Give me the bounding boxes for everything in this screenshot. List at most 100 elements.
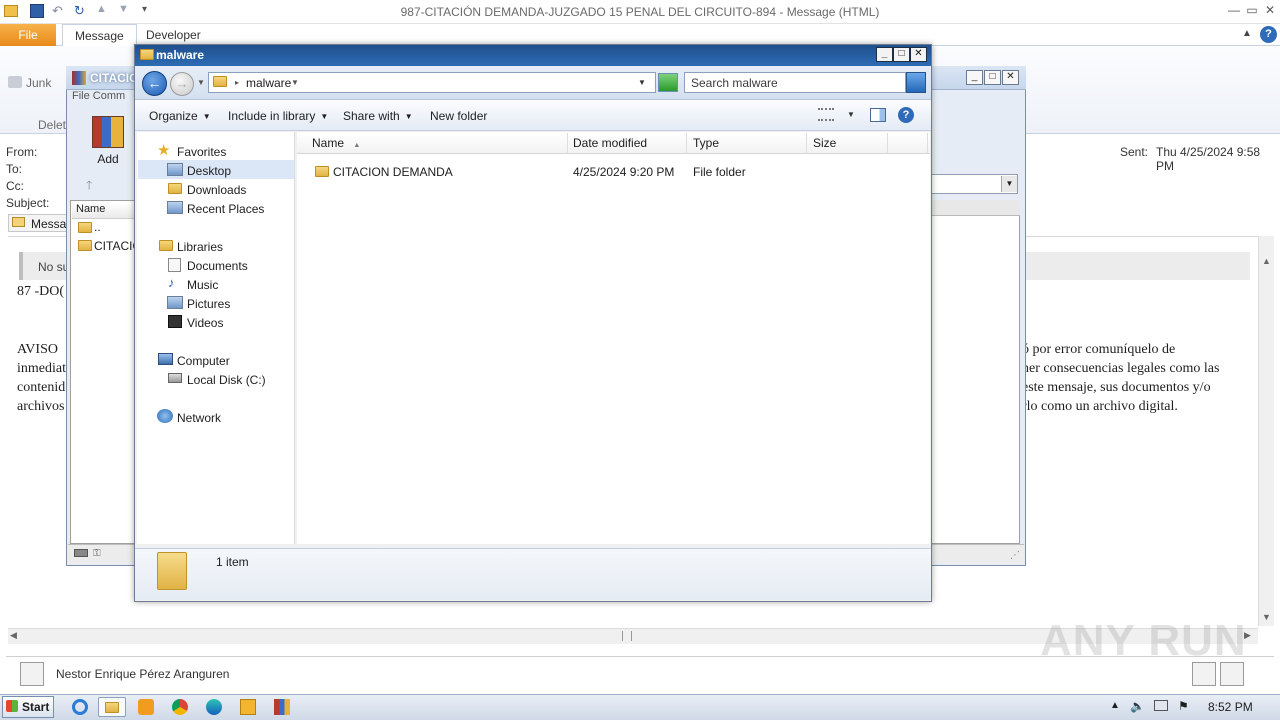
resize-grip-icon[interactable]: ⋰ [1010, 550, 1020, 561]
winrar-close-button[interactable]: ✕ [1002, 70, 1019, 85]
nav-downloads[interactable]: Downloads [187, 183, 246, 197]
close-button[interactable]: ✕ [1262, 3, 1278, 17]
view-options-icon[interactable] [818, 108, 834, 121]
body-left-2: inmediat [17, 361, 66, 376]
clock[interactable]: 8:52 PM [1208, 700, 1253, 714]
volume-icon[interactable]: 🔈 [1130, 699, 1145, 713]
cc-label: Cc: [6, 179, 24, 193]
junk-icon[interactable] [8, 76, 22, 88]
forward-button[interactable]: → [170, 72, 194, 96]
music-icon: ♪ [168, 275, 175, 290]
delete-group-label: Delet [38, 118, 67, 132]
sent-label: Sent: [1120, 145, 1149, 159]
tab-file[interactable]: File [0, 24, 56, 46]
nav-network[interactable]: Network [177, 411, 221, 425]
document-line: 87 -DO( [17, 284, 65, 299]
share-with-menu[interactable]: Share with ▼ [343, 109, 413, 123]
winrar-maximize-button[interactable]: □ [984, 70, 1001, 85]
winrar-minimize-button[interactable]: _ [966, 70, 983, 85]
search-icon[interactable] [906, 72, 926, 93]
taskbar-media-player-icon[interactable] [132, 697, 160, 717]
scroll-up-icon[interactable]: ▲ [1262, 256, 1271, 266]
file-name[interactable]: CITACION DEMANDA [333, 165, 453, 179]
maximize-button[interactable]: ▭ [1244, 3, 1260, 17]
taskbar-outlook-icon[interactable] [234, 697, 262, 717]
include-in-library-label: Include in library [228, 109, 316, 123]
column-type[interactable]: Type [687, 133, 807, 154]
winrar-icon [72, 71, 86, 85]
nav-pictures[interactable]: Pictures [187, 297, 230, 311]
winrar-menu[interactable]: File Comm [72, 90, 142, 106]
ribbon-collapse-icon[interactable]: ▲ [1242, 28, 1252, 39]
explorer-maximize-button[interactable]: □ [893, 47, 910, 62]
taskbar-ie-icon[interactable] [66, 697, 94, 717]
minimize-button[interactable]: — [1226, 3, 1242, 17]
nav-libraries[interactable]: Libraries [177, 240, 223, 254]
column-extra[interactable] [888, 133, 928, 154]
network-tray-icon[interactable] [1154, 700, 1168, 711]
organize-menu[interactable]: Organize ▼ [149, 109, 211, 123]
column-name[interactable]: Name ▲ [306, 133, 568, 154]
winrar-column-bar [932, 200, 1020, 216]
winrar-up-icon[interactable]: 🡑 [86, 176, 92, 197]
refresh-button[interactable] [658, 73, 678, 92]
taskbar-edge-icon[interactable] [200, 697, 228, 717]
nav-computer[interactable]: Computer [177, 354, 230, 368]
favorites-star-icon: ★ [157, 142, 171, 159]
new-folder-button[interactable]: New folder [430, 109, 487, 123]
help-icon[interactable]: ? [1260, 26, 1277, 43]
scroll-down-icon[interactable]: ▼ [1262, 612, 1271, 622]
tab-message[interactable]: Message [62, 24, 137, 46]
column-date-modified[interactable]: Date modified [567, 133, 687, 154]
file-list[interactable] [297, 132, 930, 544]
nav-documents[interactable]: Documents [187, 259, 248, 273]
column-size[interactable]: Size [807, 133, 888, 154]
sender-avatar[interactable] [20, 662, 44, 686]
details-folder-icon [157, 552, 187, 590]
action-center-icon[interactable]: ⚑ [1178, 699, 1189, 713]
include-in-library-menu[interactable]: Include in library ▼ [228, 109, 328, 123]
nav-favorites[interactable]: Favorites [177, 145, 226, 159]
explorer-help-icon[interactable]: ? [898, 107, 914, 123]
explorer-title-folder-icon [140, 49, 154, 60]
nav-music[interactable]: Music [187, 278, 218, 292]
taskbar-winrar-icon[interactable] [268, 697, 296, 717]
scroll-thumb-grip[interactable] [622, 631, 632, 641]
winrar-add-button[interactable]: Add [88, 116, 128, 168]
vertical-scrollbar[interactable] [1258, 236, 1274, 626]
back-button[interactable]: ← [142, 71, 167, 96]
explorer-minimize-button[interactable]: _ [876, 47, 893, 62]
sender-name[interactable]: Nestor Enrique Pérez Aranguren [56, 667, 229, 681]
nav-local-disk[interactable]: Local Disk (C:) [187, 373, 266, 387]
winrar-path-dropdown-icon[interactable]: ▼ [1001, 176, 1017, 192]
nav-desktop[interactable]: Desktop [187, 164, 231, 178]
junk-button[interactable]: Junk [26, 76, 51, 90]
media-glyph-icon [138, 699, 154, 715]
start-label: Start [22, 700, 50, 714]
explorer-titlebar [135, 45, 931, 66]
breadcrumb[interactable]: malware [246, 76, 291, 90]
folder-icon [78, 240, 92, 251]
taskbar-explorer-icon[interactable] [98, 697, 126, 717]
drive-icon [74, 549, 88, 557]
address-history-icon[interactable]: ▼ [638, 78, 646, 87]
winrar-row-parent[interactable]: .. [94, 220, 101, 234]
body-right-4: rlo como un archivo digital. [1022, 399, 1178, 414]
explorer-close-button[interactable]: ✕ [910, 47, 927, 62]
breadcrumb-caret-icon[interactable]: ▸ [235, 78, 239, 87]
scroll-left-icon[interactable]: ◀ [10, 630, 17, 641]
winrar-column-name[interactable]: Name [72, 203, 136, 219]
preview-pane-icon[interactable] [870, 108, 886, 122]
view-dropdown-icon[interactable]: ▼ [847, 110, 855, 119]
show-hidden-icons[interactable]: ▲ [1110, 700, 1120, 711]
tab-developer[interactable]: Developer [134, 24, 213, 46]
taskbar-chrome-icon[interactable] [166, 697, 194, 717]
winrar-title: CITACIO [90, 71, 139, 85]
winrar-add-icon [92, 116, 124, 148]
details-pane [135, 548, 931, 600]
subject-label: Subject: [6, 196, 50, 210]
recent-pages-icon[interactable]: ▼ [197, 78, 205, 87]
nav-videos[interactable]: Videos [187, 316, 223, 330]
nav-recent-places[interactable]: Recent Places [187, 202, 264, 216]
breadcrumb-dropdown-icon[interactable]: ▼ [291, 78, 299, 87]
